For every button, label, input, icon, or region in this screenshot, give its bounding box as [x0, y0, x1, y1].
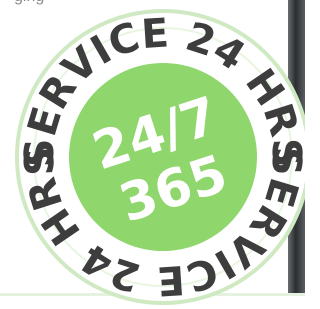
service-badge: SERVICE 24 HRS SERVICE 24 HRS 24/7 365 — [15, 9, 305, 305]
